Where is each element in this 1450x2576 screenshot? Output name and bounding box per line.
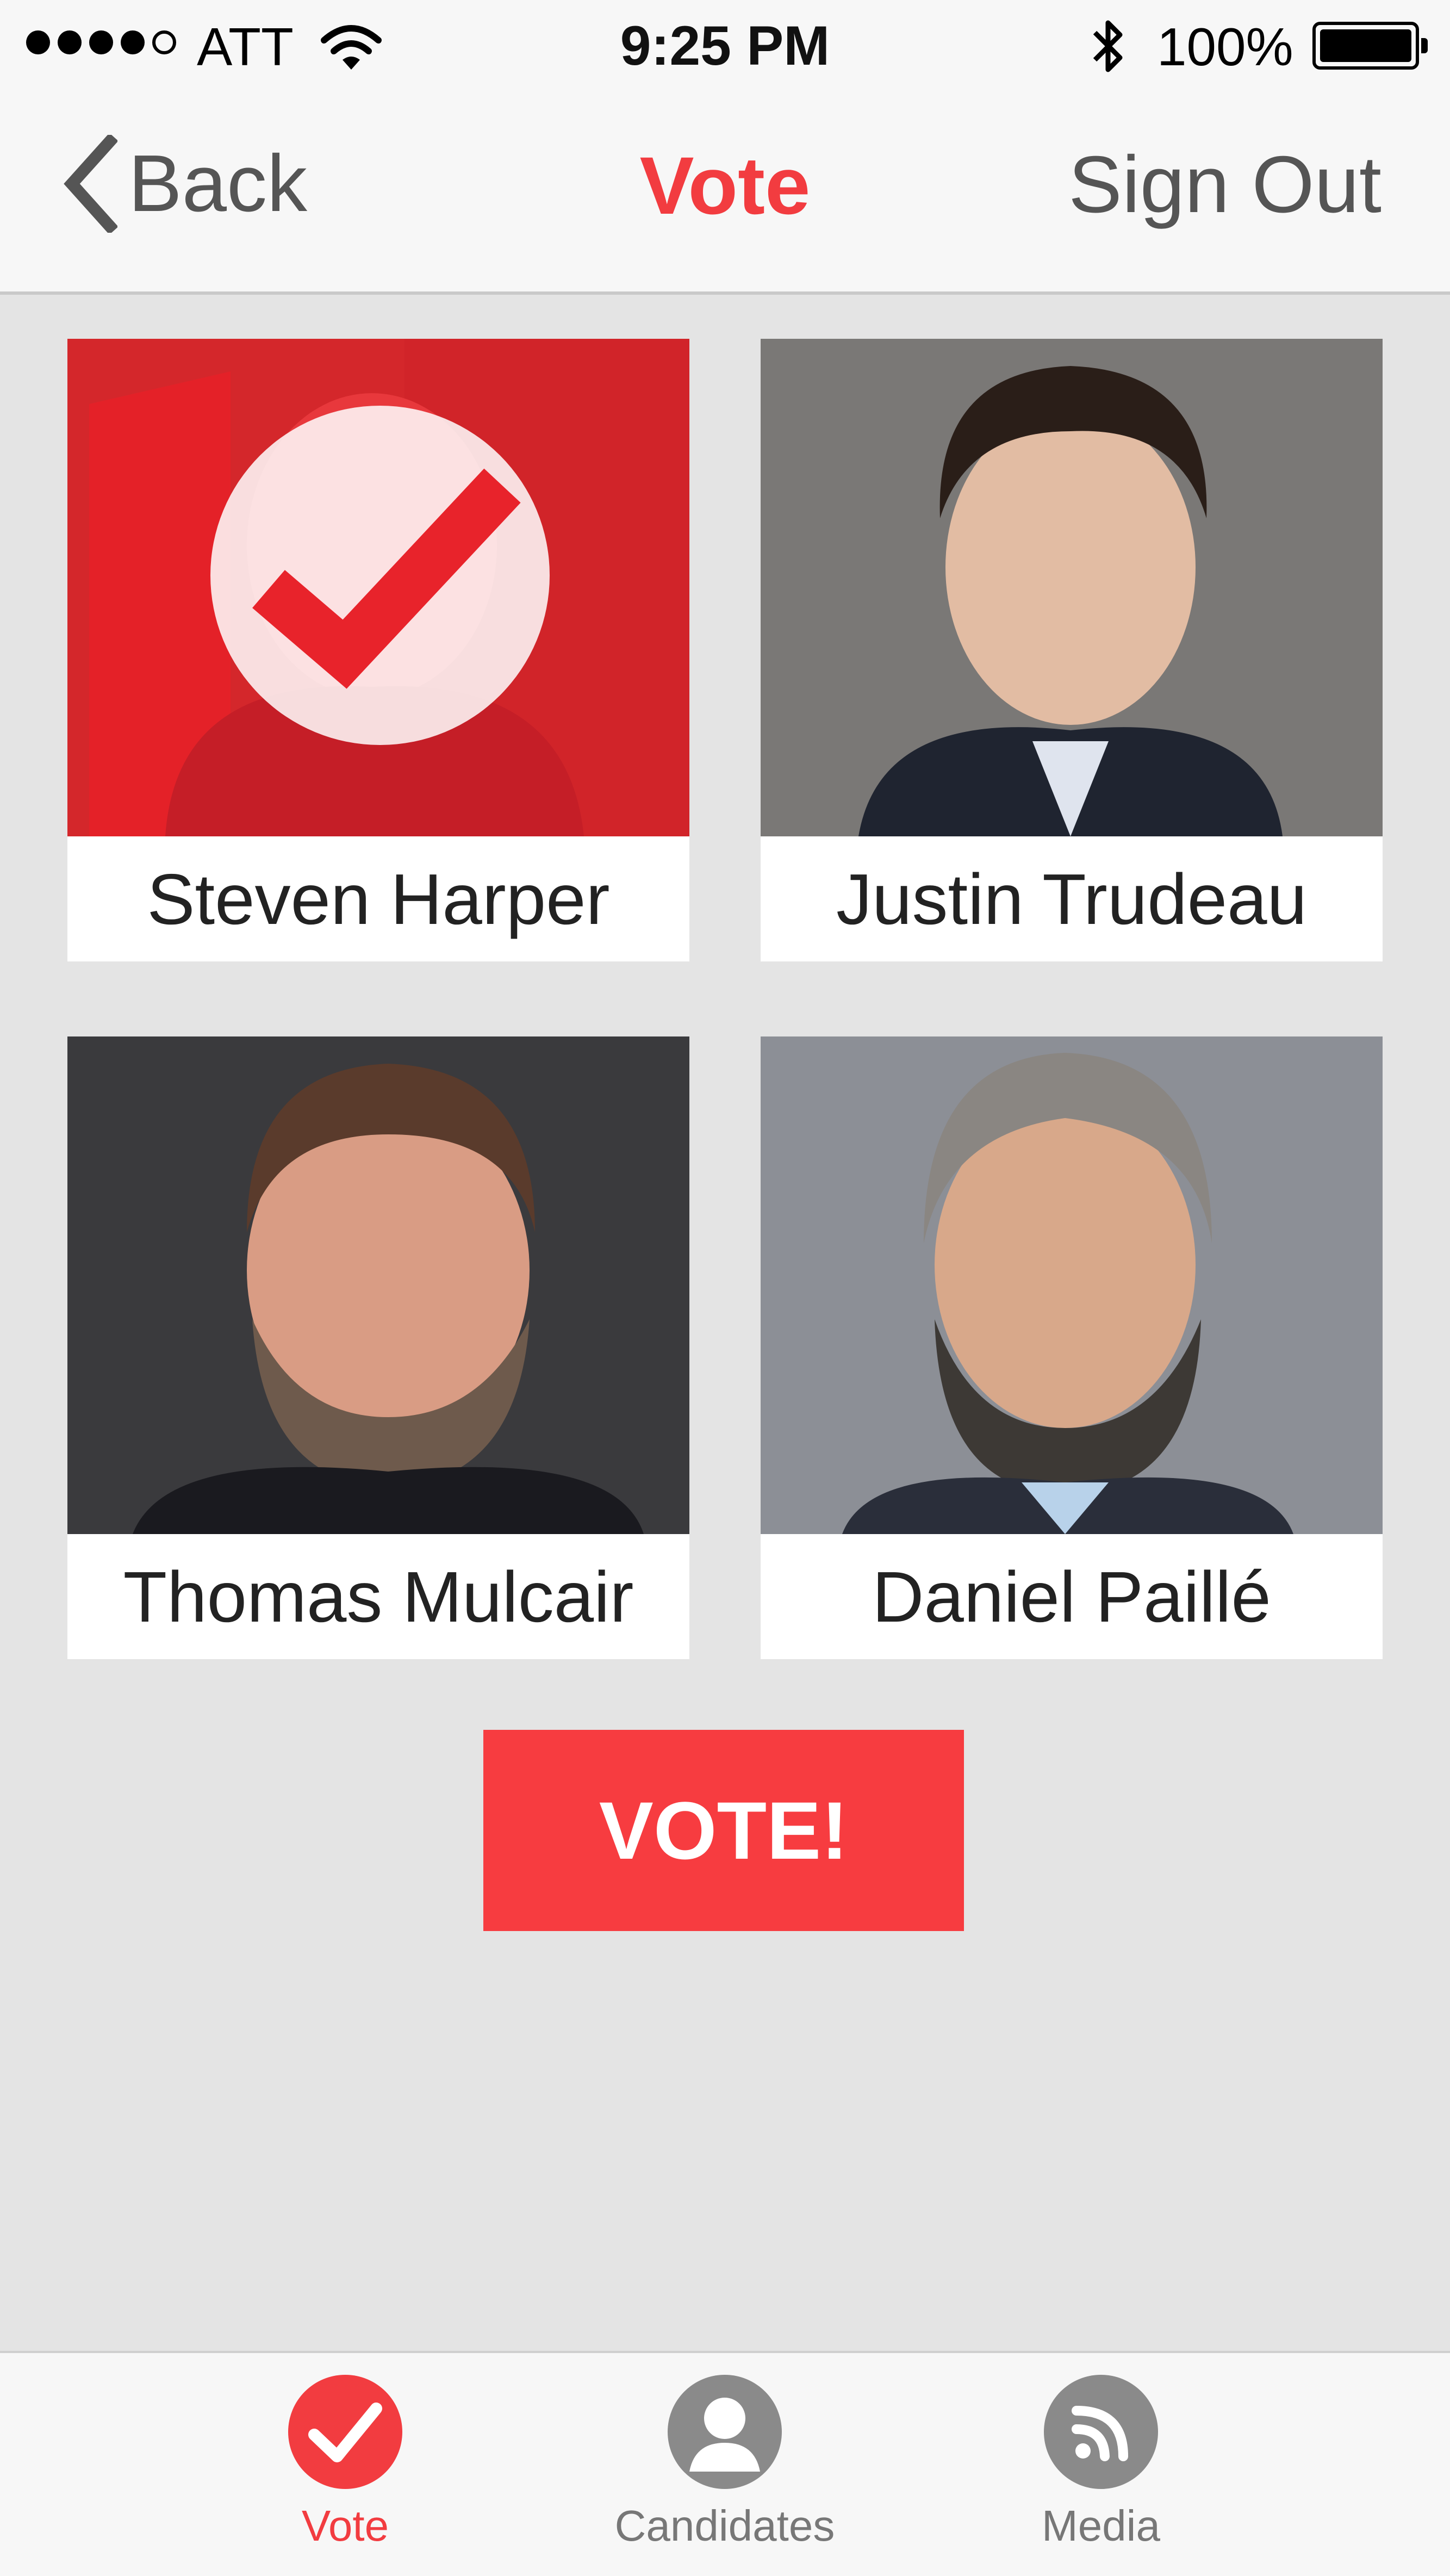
candidate-photo [67, 339, 689, 836]
tab-vote[interactable]: Vote [209, 2375, 481, 2551]
candidate-photo [67, 1036, 689, 1534]
vote-button[interactable]: VOTE! [483, 1730, 964, 1931]
tab-candidates[interactable]: Candidates [589, 2375, 861, 2551]
tab-label: Media [1042, 2501, 1160, 2550]
candidate-name: Daniel Paillé [872, 1556, 1271, 1637]
checkmark-icon [288, 2375, 402, 2489]
status-bar: ATT 9:25 PM 100% [0, 0, 1450, 92]
tab-label: Vote [301, 2501, 389, 2550]
candidate-card-daniel-paille[interactable]: Daniel Paillé [761, 1036, 1383, 1659]
candidate-photo [761, 339, 1383, 836]
tab-label: Candidates [614, 2501, 835, 2550]
candidate-name: Thomas Mulcair [123, 1556, 634, 1637]
candidate-card-steven-harper[interactable]: Steven Harper [67, 339, 689, 961]
selected-checkmark-icon [210, 406, 550, 745]
bluetooth-icon [1093, 20, 1123, 72]
person-icon [668, 2375, 782, 2489]
back-label: Back [128, 139, 308, 228]
sign-out-button[interactable]: Sign Out [1068, 139, 1381, 231]
candidate-card-thomas-mulcair[interactable]: Thomas Mulcair [67, 1036, 689, 1659]
chevron-left-icon [64, 135, 117, 233]
back-button[interactable]: Back [63, 135, 307, 233]
top-bar: ATT 9:25 PM 100% Back Vote Sign Out [0, 0, 1450, 295]
candidate-card-justin-trudeau[interactable]: Justin Trudeau [761, 339, 1383, 961]
rss-icon [1044, 2375, 1158, 2489]
battery-icon [1312, 22, 1428, 70]
candidate-photo [761, 1036, 1383, 1534]
candidate-name: Steven Harper [147, 859, 610, 939]
tab-media[interactable]: Media [965, 2375, 1237, 2551]
battery-percentage: 100% [1157, 17, 1293, 77]
tab-bar: Vote Candidates Media [0, 2351, 1450, 2576]
candidate-name: Justin Trudeau [836, 859, 1307, 939]
